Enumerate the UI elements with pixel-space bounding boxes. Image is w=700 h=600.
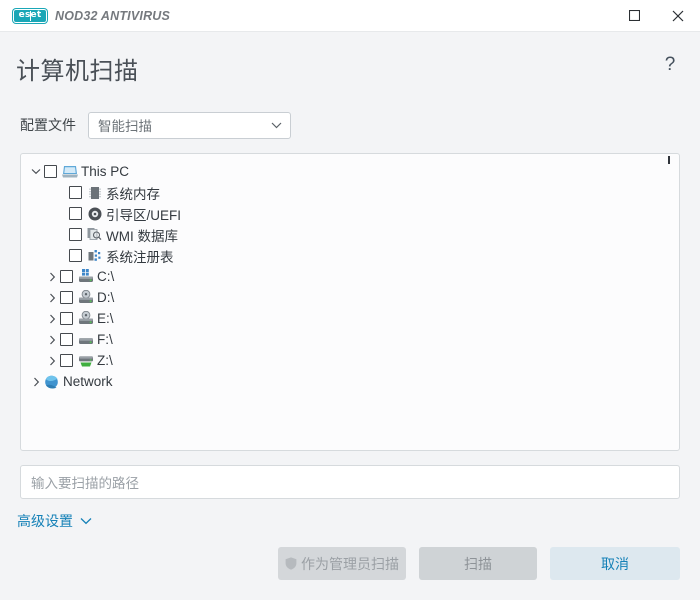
tree-item-label: D:\ [97,290,115,305]
chevron-right-icon[interactable] [45,356,59,366]
footer-buttons: 作为管理员扫描 扫描 取消 [0,547,700,600]
tree-item-label: Z:\ [97,353,113,368]
tree-item-checkbox[interactable] [60,333,73,346]
shield-icon [285,557,297,570]
tree-item-checkbox[interactable] [69,249,82,262]
scan-button-label: 扫描 [464,555,492,572]
tree-row[interactable]: WMI 数据库 [21,224,679,245]
page-header: 计算机扫描 ? [0,32,700,104]
tree-item-label: 引导区/UEFI [106,207,182,223]
chevron-down-icon [271,113,282,138]
window-controls [612,0,700,31]
network-drive-icon [77,353,94,369]
tree-item-label: C:\ [97,269,115,284]
tree-item-checkbox[interactable] [60,291,73,304]
brand-area: eset NOD32 ANTIVIRUS [0,8,171,23]
profile-select-value: 智能扫描 [98,119,152,134]
tree-item-checkbox[interactable] [69,207,82,220]
hard-drive-icon [77,332,94,348]
tree-item-checkbox[interactable] [69,228,82,241]
computer-icon [61,164,78,180]
tree-row[interactable]: Z:\ [21,350,679,371]
tree-row[interactable]: C:\ [21,266,679,287]
scan-button[interactable]: 扫描 [419,547,537,580]
tree-row[interactable]: 引导区/UEFI [21,203,679,224]
chevron-right-icon[interactable] [45,314,59,324]
tree-row[interactable]: F:\ [21,329,679,350]
advanced-settings-toggle[interactable]: 高级设置 [17,511,92,531]
tree-item-label: This PC [81,164,130,179]
profile-label: 配置文件 [20,117,76,133]
tree-row[interactable]: E:\ [21,308,679,329]
maximize-button[interactable] [612,0,656,31]
tree-row[interactable]: 系统注册表 [21,245,679,266]
tree-item-checkbox[interactable] [69,186,82,199]
chevron-right-icon[interactable] [45,335,59,345]
tree-item-label: 系统注册表 [106,249,174,265]
optical-drive-icon [77,290,94,306]
registry-icon [86,248,103,264]
chevron-right-icon[interactable] [45,272,59,282]
scrollbar-thumb[interactable] [668,156,670,164]
chevron-down-icon [80,517,92,525]
wmi-database-icon [86,227,103,243]
tree-item-checkbox[interactable] [60,270,73,283]
tree-rows-container: This PC 系统内存引导区/UEFI WMI 数据库 系统注册表 C:\ D:\ E:\… [21,161,679,392]
network-globe-icon [43,374,60,390]
tree-row[interactable]: Network [21,371,679,392]
scan-path-input[interactable]: 输入要扫描的路径 [20,465,680,499]
close-icon [672,10,684,21]
profile-row: 配置文件 智能扫描 [0,104,700,146]
tree-row[interactable]: D:\ [21,287,679,308]
tree-row[interactable]: This PC [21,161,679,182]
maximize-icon [628,10,640,21]
help-icon[interactable]: ? [657,52,683,78]
scan-as-admin-label: 作为管理员扫描 [301,555,399,572]
chevron-right-icon[interactable] [45,293,59,303]
title-bar: eset NOD32 ANTIVIRUS [0,0,700,32]
page-title: 计算机扫描 [16,58,139,85]
boot-sector-icon [86,206,103,222]
scan-as-admin-button[interactable]: 作为管理员扫描 [278,547,406,580]
optical-drive-icon [77,311,94,327]
close-button[interactable] [656,0,700,31]
scan-path-placeholder: 输入要扫描的路径 [31,476,139,491]
eset-logo-icon: eset [13,8,47,23]
tree-item-label: F:\ [97,332,113,347]
system-drive-icon [77,269,94,285]
cancel-button-label: 取消 [601,555,629,572]
chevron-right-icon[interactable] [29,377,43,387]
tree-item-label: E:\ [97,311,114,326]
tree-item-label: 系统内存 [106,186,160,202]
chevron-down-icon[interactable] [29,168,43,175]
tree-row[interactable]: 系统内存 [21,182,679,203]
product-name: NOD32 ANTIVIRUS [55,8,171,23]
advanced-settings-label: 高级设置 [17,513,73,529]
tree-item-checkbox[interactable] [60,354,73,367]
tree-item-checkbox[interactable] [60,312,73,325]
scan-target-tree[interactable]: This PC 系统内存引导区/UEFI WMI 数据库 系统注册表 C:\ D:\ E:\… [20,153,680,451]
eset-computer-scan-window: eset NOD32 ANTIVIRUS 计算机扫描 ? 配置文件 智能扫描 T… [0,0,700,600]
cancel-button[interactable]: 取消 [550,547,680,580]
tree-item-checkbox[interactable] [44,165,57,178]
profile-select[interactable]: 智能扫描 [88,111,291,139]
tree-item-label: WMI 数据库 [106,228,178,244]
memory-icon [86,185,103,201]
tree-item-label: Network [63,374,113,389]
